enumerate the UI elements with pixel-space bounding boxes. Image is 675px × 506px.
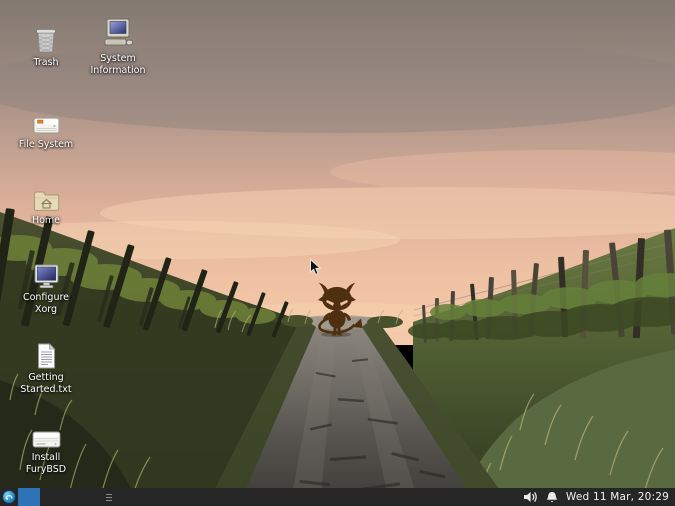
- desktop-icon-configure-xorg[interactable]: Configure Xorg: [8, 253, 84, 315]
- desktop-icon-install-furybsd[interactable]: Install FuryBSD: [8, 413, 84, 475]
- applications-menu-icon: [2, 490, 16, 504]
- text-file-icon: [36, 333, 57, 369]
- desktop-icon-file-system[interactable]: File System: [8, 100, 84, 151]
- desktop-icon-label: System Information: [83, 53, 153, 76]
- volume-icon[interactable]: [523, 491, 538, 503]
- notifications-bell-icon[interactable]: [546, 491, 558, 504]
- clock[interactable]: Wed 11 Mar, 20:29: [566, 491, 669, 503]
- desktop-icon-home[interactable]: Home: [8, 176, 84, 227]
- installer-drive-icon: [32, 413, 61, 449]
- home-folder-icon: [33, 176, 60, 212]
- desktop: Trash System Information: [0, 0, 675, 506]
- desktop-icon-system-information[interactable]: System Information: [80, 14, 156, 76]
- desktop-icon-label: Trash: [33, 57, 58, 69]
- taskbar-panel: Wed 11 Mar, 20:29: [0, 488, 675, 506]
- desktop-icon-label: Home: [32, 215, 60, 227]
- mouse-cursor: [309, 258, 322, 281]
- desktop-icon-trash[interactable]: Trash: [8, 18, 84, 69]
- trash-icon: [33, 18, 59, 54]
- harddrive-icon: [33, 100, 60, 136]
- desktop-icon-label: Install FuryBSD: [11, 452, 81, 475]
- computer-icon: [102, 14, 134, 50]
- desktop-icon-getting-started[interactable]: Getting Started.txt: [8, 333, 84, 395]
- workspace-switcher[interactable]: [18, 488, 40, 506]
- window-list-handle[interactable]: [106, 494, 112, 501]
- desktop-icon-label: Configure Xorg: [11, 292, 81, 315]
- desktop-icon-label: Getting Started.txt: [11, 372, 81, 395]
- display-icon: [33, 253, 60, 289]
- applications-menu-button[interactable]: [0, 488, 18, 506]
- system-tray: Wed 11 Mar, 20:29: [523, 491, 675, 504]
- desktop-icon-label: File System: [19, 139, 73, 151]
